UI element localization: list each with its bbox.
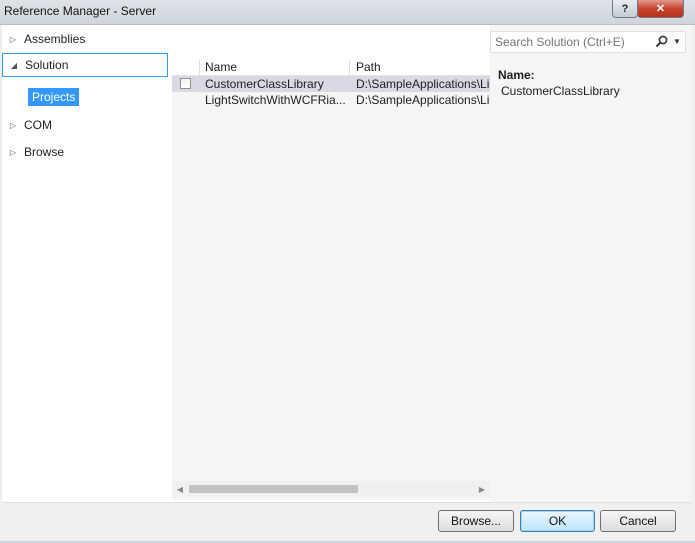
row-path: D:\SampleApplications\Li [356,77,490,91]
ok-button[interactable]: OK [520,510,595,532]
row-name: CustomerClassLibrary [205,77,324,91]
row-checkbox[interactable] [180,78,191,89]
search-box[interactable]: ▼ [490,31,686,53]
nav-item-com[interactable]: ▷ COM [2,113,168,137]
project-list [172,60,490,500]
nav-item-label: COM [24,118,52,132]
title-bar: Reference Manager - Server ? ✕ [0,0,695,25]
nav-item-label: Solution [25,58,69,72]
row-path: D:\SampleApplications\Li [356,93,490,107]
expand-arrow-icon: ▷ [9,147,17,157]
reference-manager-window: Reference Manager - Server ? ✕ ▷ Assembl… [0,0,695,543]
row-name: LightSwitchWithWCFRia... [205,93,346,107]
nav-subitem-projects[interactable]: Projects [28,88,80,106]
nav-item-browse[interactable]: ▷ Browse [2,140,168,164]
search-icon[interactable] [655,35,668,48]
list-row[interactable]: CustomerClassLibrary D:\SampleApplicatio… [172,76,490,92]
search-options-dropdown-icon[interactable]: ▼ [673,37,681,46]
scroll-left-icon[interactable]: ◀ [172,481,188,497]
column-header-name[interactable]: Name [200,60,350,75]
list-row[interactable]: LightSwitchWithWCFRia... D:\SampleApplic… [172,92,490,108]
expand-arrow-icon: ▷ [9,120,17,130]
button-bar: Browse... OK Cancel [2,502,692,542]
browse-button[interactable]: Browse... [438,510,514,532]
scroll-thumb[interactable] [189,485,358,493]
help-button[interactable]: ? [612,0,638,18]
nav-item-solution[interactable]: ◢ Solution [2,53,168,77]
checkbox-column-header[interactable] [172,60,200,75]
cancel-button[interactable]: Cancel [600,510,676,532]
nav-item-assemblies[interactable]: ▷ Assemblies [2,27,168,51]
search-input[interactable] [495,34,645,50]
column-header-path[interactable]: Path [350,60,490,75]
details-name-label: Name: [498,68,535,82]
close-button[interactable]: ✕ [637,0,684,18]
category-nav: ▷ Assemblies ◢ Solution Projects ▷ COM ▷… [2,25,170,502]
details-name-value: CustomerClassLibrary [501,84,620,98]
nav-item-label: Browse [24,145,65,159]
nav-item-label: Assemblies [24,32,86,46]
list-header: Name Path [172,60,490,76]
collapse-arrow-icon: ◢ [10,60,18,70]
dialog-client-area: ▷ Assemblies ◢ Solution Projects ▷ COM ▷… [2,25,692,542]
scroll-right-icon[interactable]: ▶ [474,481,490,497]
horizontal-scrollbar[interactable]: ◀ ▶ [172,481,490,497]
window-title: Reference Manager - Server [4,4,157,18]
expand-arrow-icon: ▷ [9,34,17,44]
